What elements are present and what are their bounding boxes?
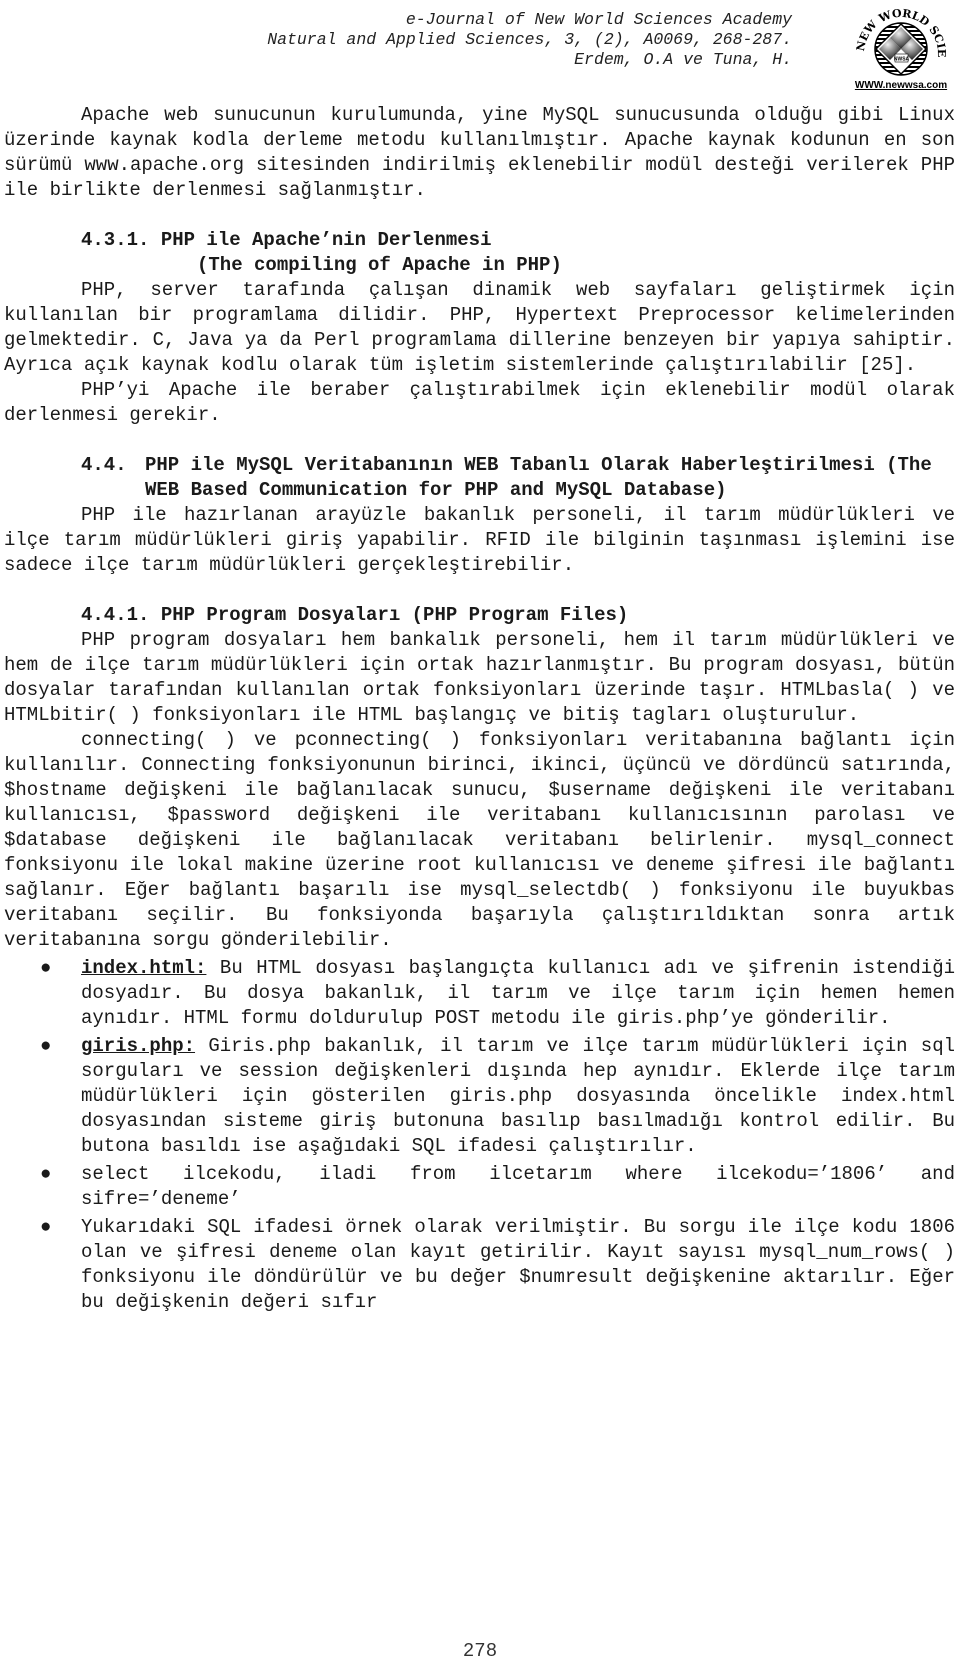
intro-paragraph: Apache web sunucunun kurulumunda, yine M… — [4, 104, 955, 201]
paragraph: PHP program dosyaları hem bankalık perso… — [4, 629, 955, 726]
section-heading-4-4: 4.4. PHP ile MySQL Veritabanının WEB Tab… — [4, 453, 955, 503]
file-term: giris.php: — [81, 1035, 196, 1057]
list-item-text: Yukarıdaki SQL ifadesi örnek olarak veri… — [81, 1216, 955, 1313]
list-item-text: Giris.php bakanlık, il tarım ve ilçe tar… — [81, 1035, 955, 1157]
paragraph: PHP’yi Apache ile beraber çalıştırabilme… — [4, 379, 955, 426]
bullet-icon: ● — [40, 1216, 52, 1238]
paragraph: connecting( ) ve pconnecting( ) fonksiyo… — [4, 729, 955, 951]
list-item: ● index.html: Bu HTML dosyası başlangıçta… — [4, 956, 955, 1031]
list-item: ● Yukarıdaki SQL ifadesi örnek olarak ver… — [4, 1215, 955, 1315]
section-heading-4-4-1: 4.4.1. PHP Program Dosyaları (PHP Progra… — [81, 604, 629, 626]
paragraph: PHP, server tarafında çalışan dinamik we… — [4, 279, 955, 376]
list-item-text: Bu HTML dosyası başlangıçta kullanıcı ad… — [81, 957, 955, 1029]
page-body: Apache web sunucunun kurulumunda, yine M… — [4, 103, 955, 1315]
section-title: PHP ile MySQL Veritabanının WEB Tabanlı … — [145, 454, 932, 501]
bullet-icon: ● — [40, 1163, 52, 1185]
bullet-icon: ● — [40, 957, 52, 979]
logo-url-text: WWW.newwsa.com — [855, 80, 947, 91]
section-subheading-4-3-1: (The compiling of Apache in PHP) — [197, 254, 562, 276]
nwsa-logo-icon: NEW WORLD SCIENCES ACADEMY NWSA WWW.neww… — [852, 2, 948, 91]
bullet-icon: ● — [40, 1035, 52, 1057]
running-header: e-Journal of New World Sciences Academy … — [267, 10, 792, 70]
list-item: ● giris.php: Giris.php bakanlık, il tarım… — [4, 1034, 955, 1159]
section-number: 4.4. — [81, 454, 127, 476]
article-authors: Erdem, O.A ve Tuna, H. — [574, 50, 792, 69]
paragraph: PHP ile hazırlanan arayüzle bakanlık per… — [4, 504, 955, 576]
file-description-list: ● index.html: Bu HTML dosyası başlangıçta… — [4, 956, 955, 1315]
journal-citation: Natural and Applied Sciences, 3, (2), A0… — [267, 30, 792, 49]
list-item: ● select ilcekodu, iladi from ilcetarım w… — [4, 1162, 955, 1212]
logo-center-text: NWSA — [894, 57, 910, 63]
file-term: index.html: — [81, 957, 207, 979]
list-item-text: select ilcekodu, iladi from ilcetarım wh… — [81, 1163, 955, 1210]
section-heading-4-3-1: 4.3.1. PHP ile Apache’nin Derlenmesi — [81, 229, 492, 251]
journal-name: e-Journal of New World Sciences Academy — [405, 10, 792, 29]
